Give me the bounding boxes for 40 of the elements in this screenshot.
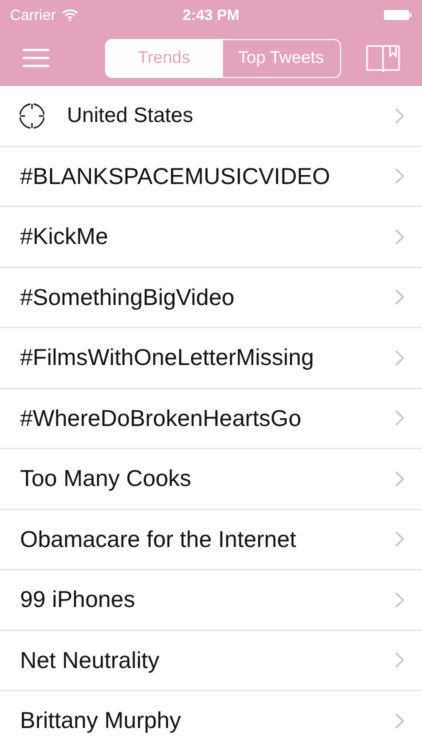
trend-label: #FilmsWithOneLetterMissing	[20, 344, 315, 372]
chevron-icon	[395, 350, 404, 366]
wifi-icon	[62, 9, 78, 21]
chevron-icon	[395, 531, 404, 548]
chevron-icon	[395, 289, 404, 306]
chevron-icon	[395, 410, 404, 426]
trend-label: Obamacare for the Internet	[20, 526, 298, 553]
chevron-icon	[395, 712, 404, 729]
trend-label: 99 iPhones	[20, 586, 136, 614]
trend-label: #SomethingBigVideo	[20, 284, 236, 311]
trend-label: Brittany Murphy	[20, 707, 182, 734]
location-row[interactable]: United States	[0, 86, 422, 146]
trend-row[interactable]: #FilmsWithOneLetterMissing	[0, 328, 422, 388]
chevron-icon	[395, 470, 404, 487]
trend-label: #BLANKSPACEMUSICVIDEO	[20, 162, 332, 190]
trend-row[interactable]: Obamacare for the Internet	[0, 510, 422, 570]
trend-row[interactable]: #SomethingBigVideo	[0, 268, 422, 328]
battery-icon	[384, 10, 412, 20]
trend-label: Net Neutrality	[20, 646, 160, 674]
trend-row[interactable]: 99 iPhones	[0, 570, 422, 630]
trend-label: Too Many Cooks	[20, 465, 192, 492]
chevron-icon	[395, 228, 404, 245]
trend-label: #KickMe	[20, 223, 110, 250]
trend-row[interactable]: #BLANKSPACEMUSICVIDEO	[0, 146, 422, 207]
status-time: 2:43 PM	[182, 6, 240, 24]
location-label: United States	[67, 104, 194, 128]
crosshair-icon	[18, 102, 46, 130]
trend-row[interactable]: #KickMe	[0, 207, 422, 268]
book-icon[interactable]	[366, 43, 400, 73]
trend-label: #WhereDoBrokenHeartsGo	[20, 404, 302, 432]
trend-row[interactable]: Brittany Murphy	[0, 691, 422, 750]
chevron-icon	[395, 592, 404, 608]
trend-row[interactable]: Net Neutrality	[0, 630, 422, 691]
chevron-icon	[395, 108, 404, 124]
trend-row[interactable]: Too Many Cooks	[0, 449, 422, 510]
chevron-icon	[395, 168, 404, 184]
chevron-icon	[395, 652, 404, 668]
trend-row[interactable]: #WhereDoBrokenHeartsGo	[0, 388, 422, 449]
menu-icon[interactable]	[23, 48, 49, 68]
carrier-label: Carrier	[10, 6, 56, 24]
